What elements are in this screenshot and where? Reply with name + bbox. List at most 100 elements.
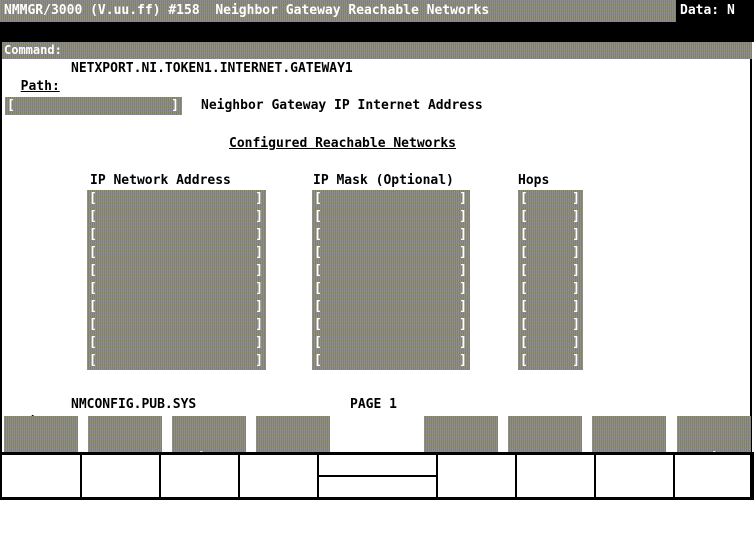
ip-mask-input[interactable] [322, 299, 460, 314]
prev-page-button[interactable]: Prev Page [88, 416, 162, 517]
next-page-button[interactable]: Next Page [4, 416, 78, 517]
ip-mask-field[interactable]: [] [312, 226, 470, 244]
ip-mask-field[interactable]: [] [312, 298, 470, 316]
right-bracket: ] [255, 317, 263, 332]
help-button[interactable]: Help [592, 416, 666, 466]
command-label: Command: [4, 43, 62, 57]
command-input[interactable] [72, 42, 742, 58]
ip-mask-input[interactable] [322, 191, 460, 206]
ip-mask-field[interactable]: [] [312, 280, 470, 298]
network-address-input[interactable] [97, 281, 256, 296]
file-value: NMCONFIG.PUB.SYS [71, 397, 197, 412]
network-address-input[interactable] [97, 191, 256, 206]
hops-input[interactable] [528, 209, 573, 224]
network-address-input[interactable] [97, 245, 256, 260]
network-address-input[interactable] [97, 335, 256, 350]
right-bracket: ] [459, 263, 467, 278]
ip-mask-input[interactable] [322, 245, 460, 260]
ip-mask-field[interactable]: [] [312, 334, 470, 352]
section-title: Configured Reachable Networks [229, 136, 456, 151]
hops-input[interactable] [528, 281, 573, 296]
network-address-input[interactable] [97, 299, 256, 314]
hops-field[interactable]: [] [518, 352, 583, 370]
network-address-field[interactable]: [] [87, 352, 266, 370]
network-address-field[interactable]: [] [87, 226, 266, 244]
hops-field[interactable]: [] [518, 208, 583, 226]
gateway-ip-input[interactable] [15, 98, 172, 113]
right-bracket: ] [255, 245, 263, 260]
hops-field[interactable]: [] [518, 334, 583, 352]
softkey-slot-4[interactable] [240, 455, 319, 497]
ip-mask-field[interactable]: [] [312, 352, 470, 370]
first-page-button[interactable]: First Page [172, 416, 246, 517]
save-data-button[interactable]: Save Data [508, 416, 582, 517]
softkey-slot-3[interactable] [161, 455, 240, 497]
network-address-field[interactable]: [] [87, 334, 266, 352]
condense-page-button[interactable]: Condense Page [424, 416, 498, 517]
network-address-input[interactable] [97, 209, 256, 224]
hops-field[interactable]: [] [518, 280, 583, 298]
right-bracket: ] [255, 263, 263, 278]
network-address-field[interactable]: [] [87, 298, 266, 316]
right-bracket: ] [459, 191, 467, 206]
hops-field[interactable]: [] [518, 226, 583, 244]
ip-mask-field[interactable]: [] [312, 262, 470, 280]
left-bracket: [ [520, 191, 528, 206]
network-address-input[interactable] [97, 263, 256, 278]
ip-mask-input[interactable] [322, 353, 460, 368]
ip-mask-input[interactable] [322, 281, 460, 296]
hops-field[interactable]: [] [518, 262, 583, 280]
path-label: Path: [20, 79, 60, 94]
network-address-field[interactable]: [] [87, 208, 266, 226]
hops-input[interactable] [528, 317, 573, 332]
hops-input[interactable] [528, 263, 573, 278]
softkey-slot-7[interactable] [517, 455, 596, 497]
network-address-field[interactable]: [] [87, 262, 266, 280]
left-bracket: [ [314, 245, 322, 260]
network-address-input[interactable] [97, 353, 256, 368]
hops-input[interactable] [528, 227, 573, 242]
network-address-input[interactable] [97, 317, 256, 332]
left-bracket: [ [520, 353, 528, 368]
softkey-slot-1[interactable] [0, 455, 82, 497]
softkey-slot-2[interactable] [82, 455, 161, 497]
next-page-label-2: Page [25, 502, 57, 517]
right-bracket: ] [459, 335, 467, 350]
ip-mask-input[interactable] [322, 227, 460, 242]
ip-mask-input[interactable] [322, 209, 460, 224]
left-bracket: [ [314, 317, 322, 332]
hops-field[interactable]: [] [518, 244, 583, 262]
ip-mask-input[interactable] [322, 335, 460, 350]
ip-mask-input[interactable] [322, 317, 460, 332]
left-bracket: [ [89, 281, 97, 296]
hops-input[interactable] [528, 335, 573, 350]
ip-mask-field[interactable]: [] [312, 190, 470, 208]
hops-input[interactable] [528, 353, 573, 368]
left-bracket: [ [89, 209, 97, 224]
hops-field[interactable]: [] [518, 316, 583, 334]
ip-mask-input[interactable] [322, 263, 460, 278]
gateway-ip-field[interactable]: [ ] [5, 97, 182, 115]
hops-input[interactable] [528, 299, 573, 314]
softkey-slot-5[interactable] [319, 455, 438, 497]
ip-mask-field[interactable]: [] [312, 244, 470, 262]
softkey-slot-6[interactable] [438, 455, 517, 497]
softkey-slot-9[interactable] [675, 455, 754, 497]
network-address-field[interactable]: [] [87, 280, 266, 298]
hops-input[interactable] [528, 245, 573, 260]
hops-field[interactable]: [] [518, 298, 583, 316]
network-address-input[interactable] [97, 227, 256, 242]
left-bracket: [ [89, 191, 97, 206]
network-address-field[interactable]: [] [87, 316, 266, 334]
ip-mask-field[interactable]: [] [312, 316, 470, 334]
last-page-button[interactable]: Last Page [256, 416, 330, 517]
prior-screen-button[interactable]: Prior Screen [677, 416, 751, 517]
network-address-field[interactable]: [] [87, 190, 266, 208]
hops-input[interactable] [528, 191, 573, 206]
hops-field[interactable]: [] [518, 190, 583, 208]
softkey-slot-8[interactable] [596, 455, 675, 497]
right-bracket: ] [459, 281, 467, 296]
network-address-field[interactable]: [] [87, 244, 266, 262]
ip-mask-field[interactable]: [] [312, 208, 470, 226]
right-bracket: ] [459, 209, 467, 224]
